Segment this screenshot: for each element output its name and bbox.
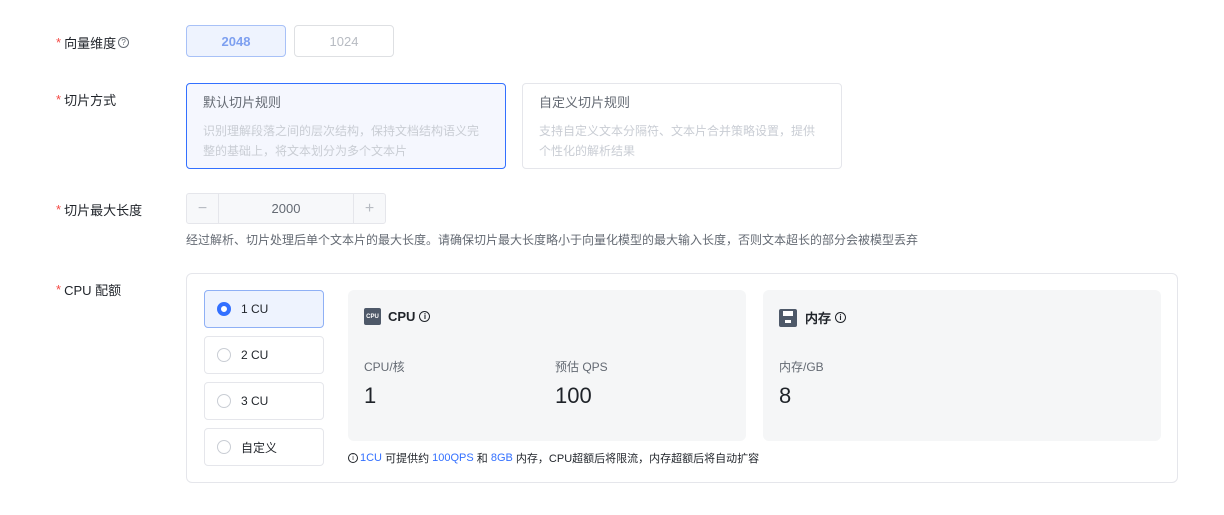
cpu-spec-box: CPU CPU i CPU/核 1 预估 QPS 100 bbox=[348, 290, 746, 441]
slice-max-len-label: * 切片最大长度 bbox=[56, 200, 142, 219]
dim-option-2048[interactable]: 2048 bbox=[186, 25, 286, 57]
slice-max-len-input[interactable]: 2000 bbox=[219, 194, 353, 223]
note-qps: 100QPS bbox=[432, 452, 474, 464]
slice-method-label: * 切片方式 bbox=[56, 90, 116, 109]
required-mark: * bbox=[56, 92, 62, 107]
required-mark: * bbox=[56, 202, 62, 217]
decrement-button[interactable]: − bbox=[187, 194, 219, 223]
info-icon: i bbox=[348, 453, 358, 463]
radio-checked-icon bbox=[217, 302, 231, 316]
slice-max-len-label-text: 切片最大长度 bbox=[64, 203, 143, 218]
cu-option-2[interactable]: 2 CU bbox=[204, 336, 324, 374]
qps-value: 100 bbox=[555, 383, 592, 408]
note-text: 可提供约 bbox=[382, 453, 433, 465]
cpu-quota-note: i 1CU 可提供约 100QPS 和 8GB 内存，CPU超额后将限流，内存超… bbox=[348, 450, 759, 466]
slice-max-len-stepper: − 2000 + bbox=[186, 193, 386, 224]
info-icon[interactable]: i bbox=[835, 312, 847, 323]
slice-option-custom[interactable]: 自定义切片规则 支持自定义文本分隔符、文本片合并策略设置，提供个性化的解析结果 bbox=[522, 83, 842, 169]
cpu-spec-title: CPU bbox=[388, 309, 416, 324]
memory-icon bbox=[779, 308, 797, 327]
note-text: 内存，CPU超额后将限流，内存超额后将自动扩容 bbox=[512, 453, 760, 465]
slice-option-title: 自定义切片规则 bbox=[539, 95, 631, 110]
note-gb: 8GB bbox=[490, 452, 513, 464]
question-circle-icon[interactable]: ? bbox=[118, 37, 130, 48]
note-text: 和 bbox=[473, 453, 491, 465]
qps-label: 预估 QPS bbox=[555, 360, 608, 374]
info-icon[interactable]: i bbox=[419, 311, 431, 322]
radio-unchecked-icon bbox=[217, 348, 231, 362]
slice-option-title: 默认切片规则 bbox=[203, 95, 282, 110]
memory-spec-box: 内存 i 内存/GB 8 bbox=[763, 290, 1161, 441]
cpu-cores-value: 1 bbox=[364, 383, 377, 408]
cpu-spec-header: CPU CPU i bbox=[364, 308, 431, 325]
cu-option-label: 自定义 bbox=[241, 440, 278, 455]
cu-option-custom[interactable]: 自定义 bbox=[204, 428, 324, 466]
cu-option-label: 2 CU bbox=[241, 348, 269, 362]
cpu-quota-label-text: CPU 配额 bbox=[64, 283, 122, 298]
memory-spec-title: 内存 bbox=[805, 311, 832, 326]
slice-option-desc: 支持自定义文本分隔符、文本片合并策略设置，提供个性化的解析结果 bbox=[539, 124, 816, 158]
slice-option-desc: 识别理解段落之间的层次结构，保持文档结构语义完整的基础上，将文本划分为多个文本片 bbox=[203, 124, 480, 158]
slice-option-default[interactable]: 默认切片规则 识别理解段落之间的层次结构，保持文档结构语义完整的基础上，将文本划… bbox=[186, 83, 506, 169]
increment-button[interactable]: + bbox=[353, 194, 385, 223]
cpu-quota-panel: 1 CU 2 CU 3 CU 自定义 CPU CPU i CPU/核 1 预估 … bbox=[186, 273, 1178, 483]
vector-dim-label-text: 向量维度 bbox=[64, 36, 117, 51]
memory-spec-header: 内存 i bbox=[779, 308, 847, 327]
slice-max-len-hint: 经过解析、切片处理后单个文本片的最大长度。请确保切片最大长度略小于向量化模型的最… bbox=[186, 233, 919, 247]
cpu-quota-label: * CPU 配额 bbox=[56, 280, 121, 299]
radio-unchecked-icon bbox=[217, 394, 231, 408]
memory-gb-value: 8 bbox=[779, 383, 792, 408]
cpu-cores-label: CPU/核 bbox=[364, 360, 405, 374]
slice-method-label-text: 切片方式 bbox=[64, 93, 117, 108]
required-mark: * bbox=[56, 35, 62, 50]
radio-unchecked-icon bbox=[217, 440, 231, 454]
cu-option-label: 3 CU bbox=[241, 394, 269, 408]
memory-gb-label: 内存/GB bbox=[779, 360, 824, 374]
cpu-chip-icon: CPU bbox=[364, 308, 381, 325]
cu-option-1[interactable]: 1 CU bbox=[204, 290, 324, 328]
cu-option-3[interactable]: 3 CU bbox=[204, 382, 324, 420]
note-cu: 1CU bbox=[360, 452, 383, 464]
cu-option-label: 1 CU bbox=[241, 302, 269, 316]
required-mark: * bbox=[56, 282, 62, 297]
dim-option-1024[interactable]: 1024 bbox=[294, 25, 394, 57]
vector-dim-label: * 向量维度 ? bbox=[56, 33, 130, 52]
